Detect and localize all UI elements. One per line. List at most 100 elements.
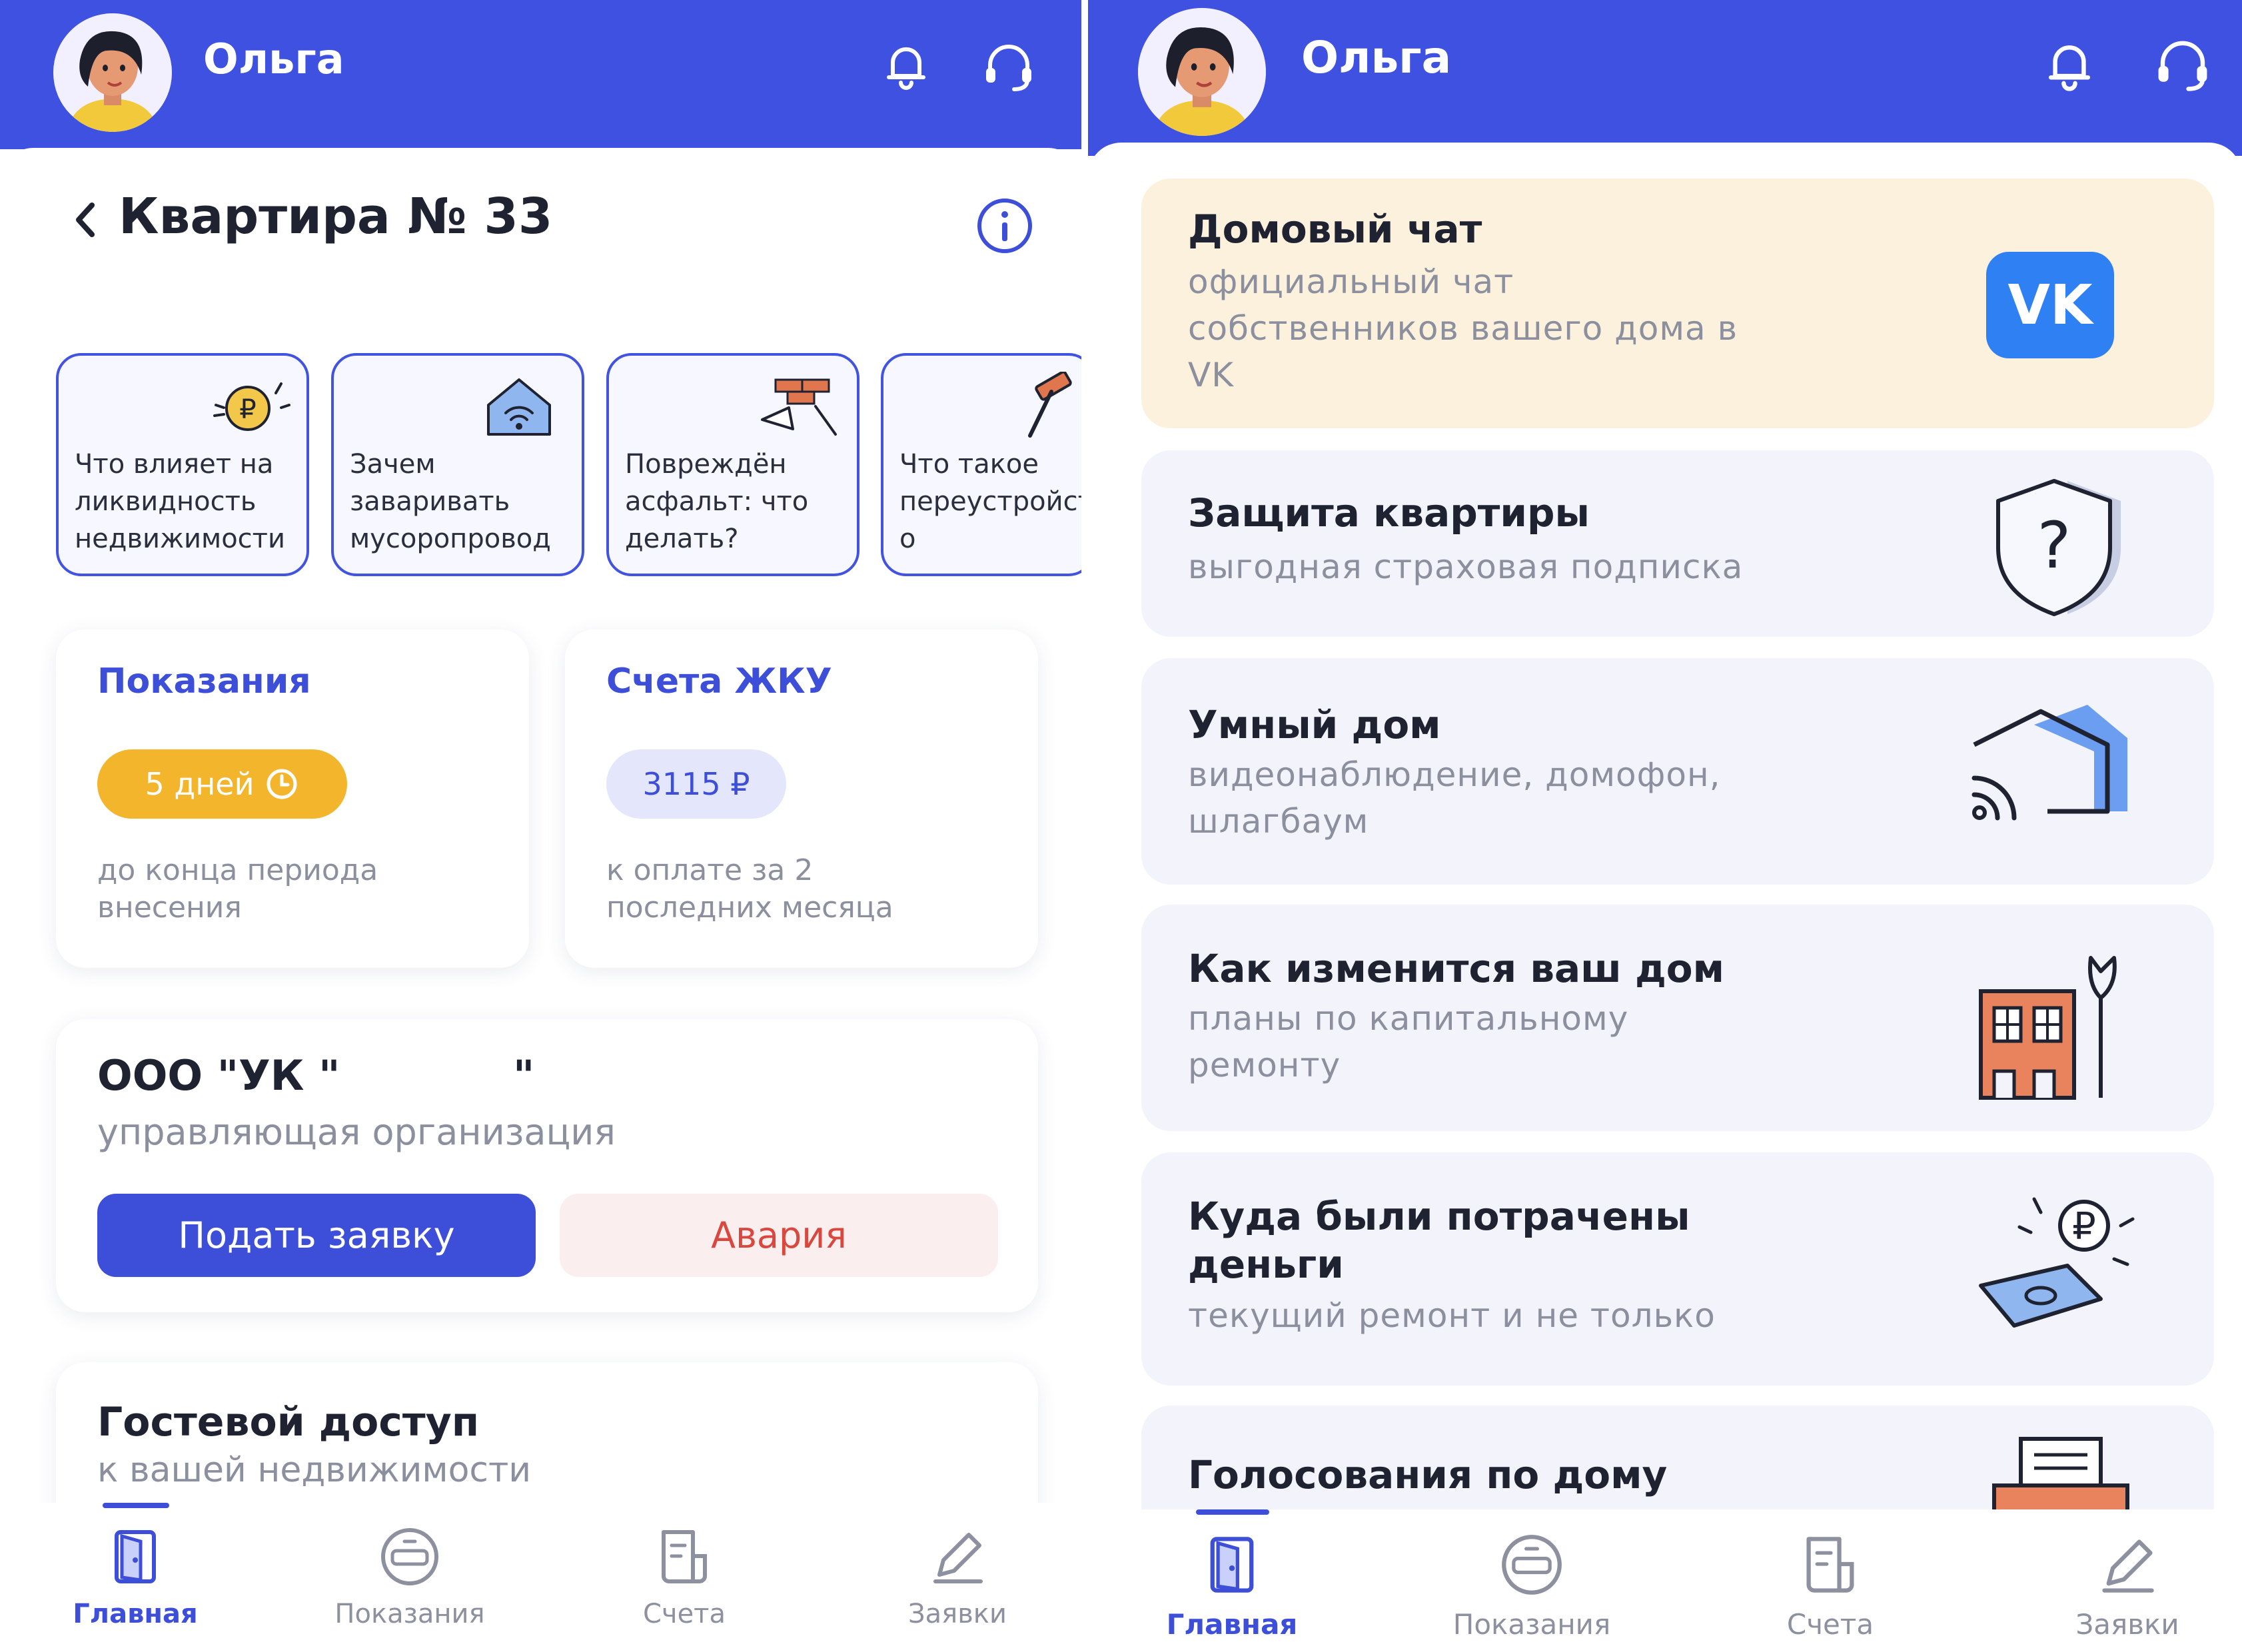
bricks-trowel-icon [761,378,837,436]
pencil-icon [2102,1539,2154,1593]
service-title: Домовый чат [1188,206,1482,252]
story-card-liquidity[interactable]: ₽ Что влияет на ликвидность недвижимости [56,353,309,576]
company-name-closing-quote: " [513,1051,535,1100]
submit-request-button[interactable]: Подать заявку [97,1194,536,1277]
tab-label: Заявки [908,1599,1007,1629]
hammer-icon [1028,372,1072,438]
bills-caption: к оплате за 2 последних месяца [606,853,893,925]
money-icon: ₽ [1979,1197,2135,1328]
bills-card[interactable]: Счета ЖКУ 3115 ₽ к оплате за 2 последних… [565,629,1038,968]
bills-title: Счета ЖКУ [606,661,832,701]
service-subtitle: официальный чат собственников вашего дом… [1188,262,1738,394]
readings-caption: до конца периода внесения [97,853,378,925]
emergency-button[interactable]: Авария [560,1194,998,1277]
service-title: Как изменится ваш дом [1188,946,1725,991]
tab-home[interactable]: Главная [22,1527,249,1629]
smart-home-icon [1971,705,2127,821]
service-title: Защита квартиры [1188,490,1590,536]
back-chevron-icon[interactable] [72,200,99,240]
headset-icon[interactable] [981,39,1037,95]
company-role: управляющая организация [97,1111,616,1153]
story-card-asphalt[interactable]: Повреждён асфальт: что делать? [606,353,859,576]
invoice-icon [1806,1537,1854,1593]
user-name: Ольга [1301,32,1452,83]
readings-card[interactable]: Показания 5 дней до конца периода внесен… [56,629,529,968]
active-tab-indicator [1196,1509,1269,1515]
invoice-icon [662,1530,707,1583]
meter-icon [1502,1535,1562,1595]
svg-text:?: ? [2037,508,2071,583]
shield-question-icon: ? [1996,479,2121,616]
tab-home[interactable]: Главная [1119,1533,1345,1641]
meter-icon [381,1528,438,1585]
guest-access-title: Гостевой доступ [97,1399,480,1446]
story-label: Повреждён асфальт: что делать? [625,449,809,554]
story-label: Что влияет на ликвидность недвижимости [75,449,285,554]
tab-label: Счета [1786,1608,1874,1641]
avatar-illustration [1138,8,1266,136]
bell-icon[interactable] [878,37,934,93]
tab-label: Показания [1452,1608,1611,1641]
guest-access-subtitle: к вашей недвижимости [97,1450,532,1490]
bills-amount-badge: 3115 ₽ [606,749,786,819]
tab-requests[interactable]: Заявки [2014,1533,2241,1641]
tab-label: Главная [1166,1608,1298,1641]
pencil-icon [933,1533,983,1583]
page-title: Квартира № 33 [119,188,553,245]
story-label: Что такое переустройст о [899,449,1081,554]
tab-bills[interactable]: Счета [571,1527,798,1629]
service-card-house-changes[interactable]: Как изменится ваш дом планы по капитальн… [1141,905,2214,1131]
service-card-house-chat[interactable]: Домовый чат официальный чат собственнико… [1141,179,2214,428]
bottom-tab-bar: Главная Показания Счета Заявки [1088,1509,2242,1652]
svg-text:VK: VK [2007,274,2094,337]
story-card-garbage-chute[interactable]: Зачем заваривать мусоропровод [331,353,584,576]
house-wifi-icon [487,378,551,436]
service-subtitle: текущий ремонт и не только [1188,1296,1716,1335]
service-title: Умный дом [1188,702,1441,747]
service-title: Куда были потрачены деньги [1188,1194,1690,1287]
service-card-smart-home[interactable]: Умный дом видеонаблюдение, домофон, шлаг… [1141,658,2214,885]
user-name: Ольга [203,35,344,83]
door-icon [1210,1537,1254,1593]
story-label: Зачем заваривать мусоропровод [350,449,551,554]
service-subtitle: выгодная страховая подписка [1188,548,1744,586]
svg-text:₽: ₽ [239,394,256,425]
tab-label: Счета [643,1599,726,1629]
tab-readings[interactable]: Показания [1418,1533,1645,1641]
service-title: Голосования по дому [1188,1452,1668,1497]
tab-label: Показания [334,1599,485,1629]
service-subtitle: планы по капитальному ремонту [1188,999,1629,1084]
door-icon [115,1530,156,1583]
bills-amount-text: 3115 ₽ [642,766,750,802]
readings-deadline-badge: 5 дней [97,749,347,819]
services-screen: Ольга Домовый чат официальный чат собств… [1088,0,2242,1652]
bottom-tab-bar: Главная Показания Счета Заявки [0,1503,1081,1652]
company-name: ООО "УК " [97,1051,340,1100]
building-wrench-icon [1979,956,2117,1100]
home-screen: Ольга Квартира № 33 ₽ Что влияет на ликв… [0,0,1081,1652]
clock-icon [267,769,297,799]
avatar-illustration [53,13,172,132]
service-card-apartment-protection[interactable]: Защита квартиры выгодная страховая подпи… [1141,450,2214,637]
bell-icon[interactable] [2039,35,2099,95]
readings-title: Показания [97,661,311,701]
service-subtitle: видеонаблюдение, домофон, шлагбаум [1188,755,1721,841]
management-company-card: ООО "УК " " управляющая организация Пода… [56,1019,1038,1312]
tab-bills[interactable]: Счета [1717,1533,1944,1641]
app-header: Ольга [1088,0,2242,156]
info-icon[interactable] [976,197,1033,254]
active-tab-indicator [103,1503,169,1508]
ruble-coin-icon: ₽ [213,382,290,431]
tab-label: Главная [73,1599,198,1629]
tab-readings[interactable]: Показания [296,1527,523,1629]
service-card-money-spent[interactable]: Куда были потрачены деньги текущий ремон… [1141,1152,2214,1386]
user-avatar[interactable] [53,13,172,132]
headset-icon[interactable] [2153,35,2213,95]
readings-deadline-text: 5 дней [145,766,255,802]
svg-text:₽: ₽ [2072,1205,2096,1248]
tab-requests[interactable]: Заявки [844,1527,1071,1629]
vk-icon: VK [1986,252,2114,358]
app-header: Ольга [0,0,1081,149]
story-card-remodeling[interactable]: Что такое переустройст о [881,353,1081,576]
user-avatar[interactable] [1138,8,1266,136]
